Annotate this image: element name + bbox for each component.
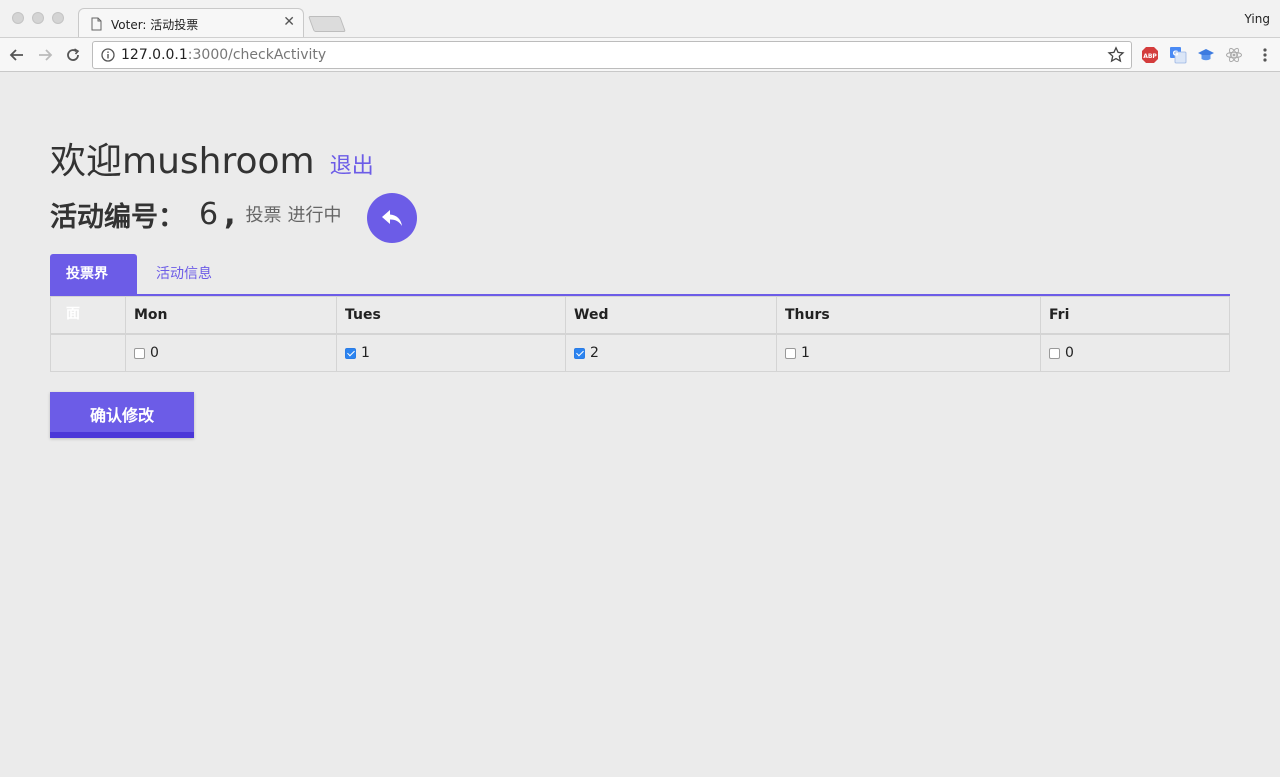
close-tab-icon[interactable]: ✕ [283, 14, 295, 30]
translate-extension-icon[interactable]: G [1169, 46, 1187, 64]
browser-menu-icon[interactable] [1254, 44, 1276, 66]
confirm-button[interactable]: 确认修改 [50, 392, 194, 438]
vote-cell-thurs: 1 [776, 335, 1040, 371]
tab-activity-info[interactable]: 活动信息 [140, 254, 228, 294]
vote-count-thurs: 1 [801, 345, 810, 361]
table-header-thurs: Thurs [776, 297, 1040, 333]
reply-arrow-icon [382, 210, 402, 226]
react-extension-icon[interactable] [1225, 46, 1243, 64]
vote-checkbox-thurs[interactable] [785, 348, 796, 359]
tab-vote[interactable]: 投票界面 [50, 254, 137, 322]
browser-tab-title: Voter: 活动投票 [111, 18, 199, 32]
svg-text:ABP: ABP [1143, 53, 1157, 60]
activity-status: 进行中 [287, 205, 342, 226]
browser-tabbar: Voter: 活动投票 ✕ Ying [0, 0, 1280, 38]
svg-text:G: G [1173, 50, 1179, 58]
reload-icon[interactable] [62, 44, 84, 66]
table-header-wed: Wed [565, 297, 776, 333]
activity-type: 投票 [245, 205, 282, 226]
welcome-prefix: 欢迎 [50, 141, 123, 182]
table-row-label [51, 335, 125, 371]
vote-count-mon: 0 [150, 345, 159, 361]
vote-count-tues: 1 [361, 345, 370, 361]
content-tabs: 投票界面 活动信息 [50, 254, 1230, 322]
info-icon[interactable] [101, 48, 115, 62]
table-header-row: Mon Tues Wed Thurs Fri [51, 297, 1229, 335]
vote-cell-mon: 0 [125, 335, 336, 371]
back-button[interactable] [367, 193, 417, 243]
logout-link[interactable]: 退出 [330, 154, 374, 179]
vote-checkbox-tues[interactable] [345, 348, 356, 359]
bookmark-star-icon[interactable] [1107, 46, 1125, 64]
browser-toolbar: 127.0.0.1:3000/checkActivity ABP G [0, 38, 1280, 72]
address-bar[interactable]: 127.0.0.1:3000/checkActivity [92, 41, 1132, 69]
page-icon [91, 17, 102, 31]
vote-table: Mon Tues Wed Thurs Fri 0 1 2 1 0 [50, 296, 1230, 372]
vote-checkbox-fri[interactable] [1049, 348, 1060, 359]
activity-comma: , [224, 196, 236, 232]
graduation-cap-extension-icon[interactable] [1197, 46, 1215, 64]
username: mushroom [122, 141, 315, 182]
activity-number: 6 [199, 196, 219, 232]
vote-cell-wed: 2 [565, 335, 776, 371]
browser-tab[interactable]: Voter: 活动投票 ✕ [78, 8, 304, 38]
activity-header: 活动编号： 6 , 投票 进行中 [50, 194, 342, 234]
vote-checkbox-mon[interactable] [134, 348, 145, 359]
table-header-cell [51, 297, 125, 333]
address-url[interactable]: 127.0.0.1:3000/checkActivity [121, 47, 326, 63]
profile-name[interactable]: Ying [1245, 12, 1270, 26]
table-header-mon: Mon [125, 297, 336, 333]
minimize-window-button[interactable] [32, 12, 44, 24]
forward-arrow-icon[interactable] [34, 44, 56, 66]
table-row: 0 1 2 1 0 [51, 335, 1229, 371]
vote-count-wed: 2 [590, 345, 599, 361]
table-header-tues: Tues [336, 297, 565, 333]
vote-checkbox-wed[interactable] [574, 348, 585, 359]
back-arrow-icon[interactable] [6, 44, 28, 66]
vote-cell-fri: 0 [1040, 335, 1229, 371]
vote-cell-tues: 1 [336, 335, 565, 371]
welcome-heading: 欢迎mushroom 退出 [50, 132, 374, 184]
adblock-extension-icon[interactable]: ABP [1141, 46, 1159, 64]
vote-count-fri: 0 [1065, 345, 1074, 361]
activity-label: 活动编号： [50, 201, 185, 233]
close-window-button[interactable] [12, 12, 24, 24]
new-tab-button[interactable] [308, 16, 346, 32]
table-header-fri: Fri [1040, 297, 1229, 333]
zoom-window-button[interactable] [52, 12, 64, 24]
